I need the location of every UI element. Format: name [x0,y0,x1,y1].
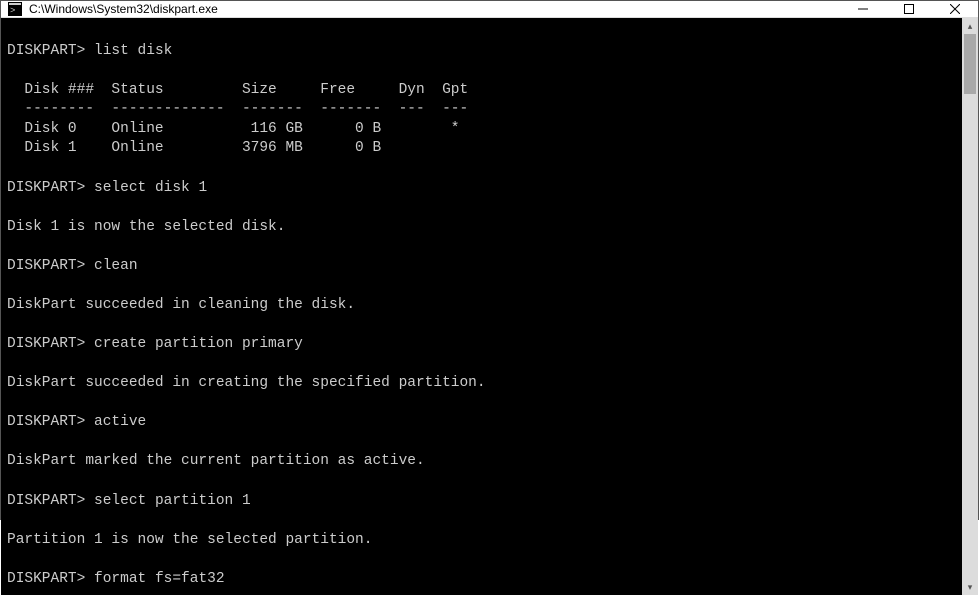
titlebar[interactable]: > C:\Windows\System32\diskpart.exe [1,1,978,18]
response: Disk 1 is now the selected disk. [7,219,285,235]
window-controls [840,1,978,17]
app-icon: > [7,1,23,17]
command: create partition primary [94,336,303,352]
vertical-scrollbar[interactable]: ▴ ▾ [962,18,978,595]
response: Partition 1 is now the selected partitio… [7,532,372,548]
command: active [94,414,146,430]
response: DiskPart succeeded in creating the speci… [7,375,486,391]
command: clean [94,258,138,274]
svg-text:>: > [10,6,15,16]
command: format fs=fat32 [94,571,225,587]
command: list disk [94,43,172,59]
table-row: Disk 1 Online 3796 MB 0 B [7,140,381,156]
prompt: DISKPART> [7,43,85,59]
command: select disk 1 [94,180,207,196]
prompt: DISKPART> [7,258,85,274]
terminal-output[interactable]: DISKPART> list disk Disk ### Status Size… [1,18,962,595]
response: DiskPart succeeded in cleaning the disk. [7,297,355,313]
scroll-up-arrow-icon[interactable]: ▴ [962,18,978,34]
prompt: DISKPART> [7,414,85,430]
prompt: DISKPART> [7,571,85,587]
command: select partition 1 [94,493,251,509]
minimize-button[interactable] [840,1,886,17]
prompt: DISKPART> [7,180,85,196]
maximize-button[interactable] [886,1,932,17]
scroll-thumb[interactable] [964,34,976,94]
table-divider: -------- ------------- ------- ------- -… [7,101,468,117]
window-title: C:\Windows\System32\diskpart.exe [29,2,840,16]
application-window: > C:\Windows\System32\diskpart.exe DISKP… [0,0,979,520]
prompt: DISKPART> [7,336,85,352]
response: DiskPart marked the current partition as… [7,453,425,469]
prompt: DISKPART> [7,493,85,509]
client-area: DISKPART> list disk Disk ### Status Size… [1,18,978,595]
table-header: Disk ### Status Size Free Dyn Gpt [7,82,468,98]
table-row: Disk 0 Online 116 GB 0 B * [7,121,459,137]
scroll-down-arrow-icon[interactable]: ▾ [962,579,978,595]
close-button[interactable] [932,1,978,17]
